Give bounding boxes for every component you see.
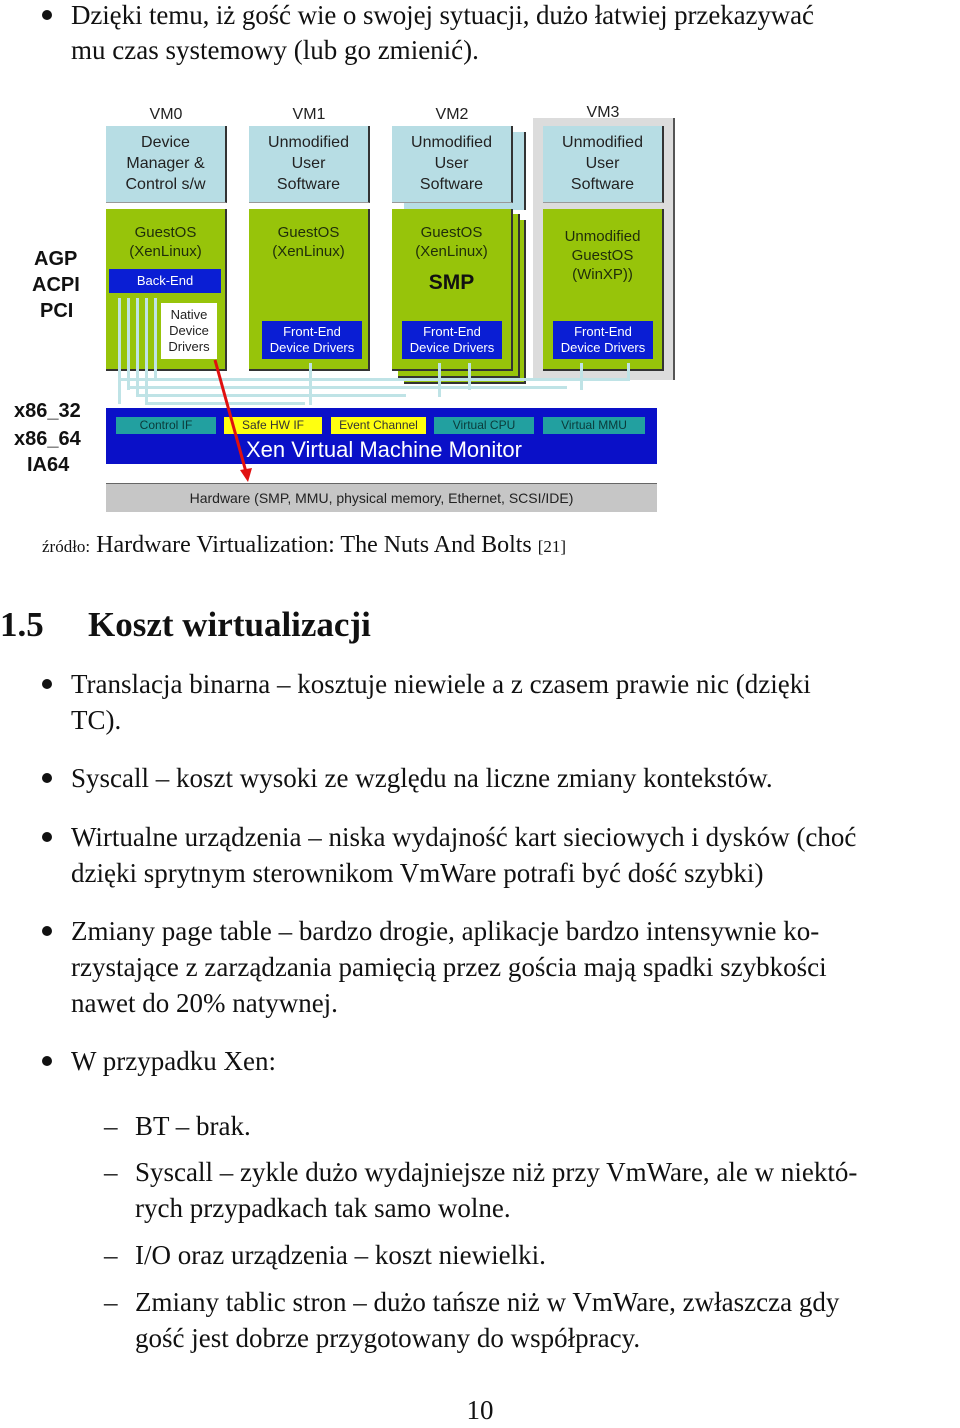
bullet-marker [42,832,52,842]
caption-ref: [21] [537,537,567,556]
dash-marker: – [104,1157,118,1187]
figure-caption: źródło: Hardware Virtualization: The Nut… [42,530,566,562]
bullet-marker [42,1056,52,1066]
intro-line-1: Dzięki temu, iż gość wie o swojej sytuac… [71,0,814,30]
bullet-item: Translacja binarna – kosztuje niewiele a… [71,666,960,738]
bullet-line: rzystające z zarządzania pamięcią przez … [71,952,827,982]
bullet-line: Translacja binarna – kosztuje niewiele a… [71,669,811,699]
sub-bullet-line: I/O oraz urządzenia – koszt niewielki. [135,1240,546,1270]
sub-bullet-line: Syscall – zykle dużo wydajniejsze niż pr… [135,1157,858,1187]
sub-bullet-line: gość jest dobrze przygotowany do współpr… [135,1323,641,1353]
section-title: Koszt wirtualizacji [88,605,371,644]
sub-bullet-item: Zmiany tablic stron – dużo tańsze niż w … [135,1284,960,1356]
arrow-head [240,468,252,482]
native-driver-arrow [213,359,252,482]
section-heading: 1.5 Koszt wirtualizacji [0,603,371,647]
sub-bullet-line: Zmiany tablic stron – dużo tańsze niż w … [135,1287,840,1317]
bullet-marker [42,10,52,20]
caption-prefix: źródło: [42,537,91,556]
bullet-line: W przypadku Xen: [71,1046,276,1076]
bullet-line: Syscall – koszt wysoki ze względu na lic… [71,763,773,793]
sub-bullet-item: Syscall – zykle dużo wydajniejsze niż pr… [135,1154,960,1226]
bullet-item: Syscall – koszt wysoki ze względu na lic… [71,760,960,796]
bullet-item: Wirtualne urządzenia – niska wydajność k… [71,819,960,891]
xen-architecture-diagram: AGP ACPI PCI x86_32 x86_64 IA64 VM0 VM1 … [0,88,680,520]
dash-marker: – [104,1287,118,1317]
bullet-line: nawet do 20% natywnej. [71,988,338,1018]
arrow-line [213,359,248,473]
intro-line-2: mu czas systemowy (lub go zmienić). [71,35,479,65]
bullet-marker [42,773,52,783]
page-number: 10 [466,1395,494,1425]
sub-bullet-line: rych przypadkach tak samo wolne. [135,1193,511,1223]
bullet-marker [42,679,52,689]
sub-bullet-item: BT – brak. [135,1108,960,1144]
sub-bullet-item: I/O oraz urządzenia – koszt niewielki. [135,1237,960,1273]
bullet-item: Zmiany page table – bardzo drogie, aplik… [71,913,960,1021]
bullet-line: dzięki sprytnym sterownikom VmWare potra… [71,858,764,888]
bullet-line: TC). [71,705,122,735]
bullet-line: Wirtualne urządzenia – niska wydajność k… [71,822,857,852]
caption-text: Hardware Virtualization: The Nuts And Bo… [96,532,532,558]
dash-marker: – [104,1240,118,1270]
bullet-item: W przypadku Xen: [71,1043,960,1079]
bullet-marker [42,926,52,936]
section-number: 1.5 [0,605,44,644]
dash-marker: – [104,1111,118,1141]
sub-bullet-line: BT – brak. [135,1111,251,1141]
bullet-line: Zmiany page table – bardzo drogie, aplik… [71,916,820,946]
